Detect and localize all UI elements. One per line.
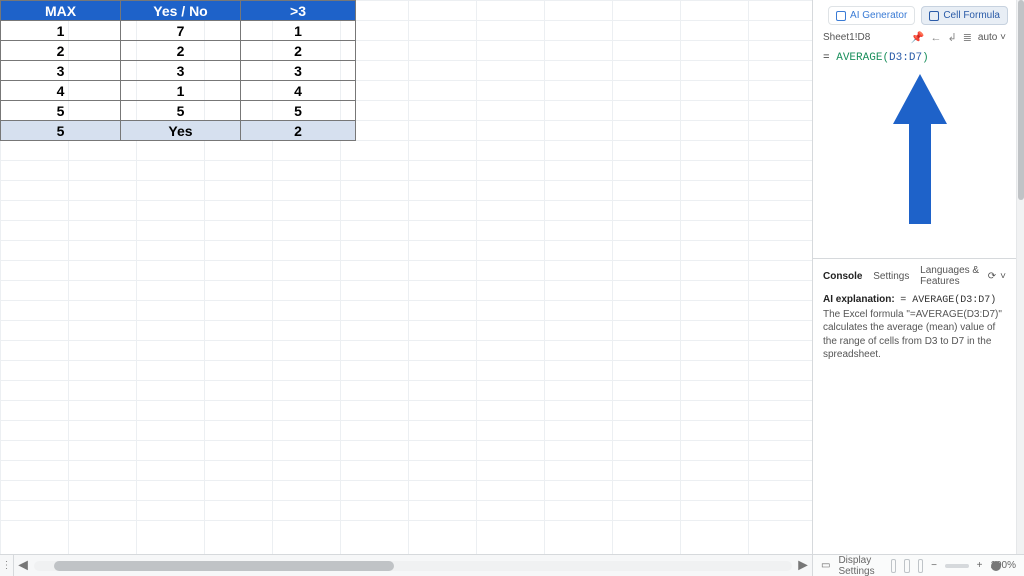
back-icon[interactable]: ← — [930, 32, 941, 44]
table-cell[interactable]: 7 — [121, 21, 241, 41]
view-pagelayout-icon[interactable] — [918, 559, 924, 573]
ai-icon — [836, 11, 846, 21]
side-panel-scrollbar[interactable] — [1016, 0, 1024, 554]
tab-settings[interactable]: Settings — [873, 271, 909, 282]
table-cell[interactable]: 3 — [121, 61, 241, 81]
table-cell[interactable]: 3 — [1, 61, 121, 81]
table-cell[interactable]: 5 — [1, 121, 121, 141]
hscroll-thumb[interactable] — [54, 561, 394, 571]
cell-reference: Sheet1!D8 — [823, 32, 905, 43]
cell-ref-row: Sheet1!D8 📌 ← ↲ ≣ auto ˅ — [813, 29, 1016, 50]
auto-dropdown[interactable]: auto ˅ — [978, 32, 1006, 43]
table-cell[interactable]: 1 — [1, 21, 121, 41]
hscroll-track[interactable] — [34, 561, 792, 571]
side-scroll-thumb[interactable] — [1018, 0, 1024, 200]
tab-console[interactable]: Console — [823, 271, 862, 282]
formula-display[interactable]: = AVERAGE(D3:D7) — [813, 50, 1016, 68]
zoom-out-icon[interactable]: − — [931, 560, 937, 571]
pin-icon[interactable]: 📌 — [911, 31, 925, 44]
col-header-max: MAX — [1, 1, 121, 21]
sheet-area: MAX Yes / No >3 1712223334145555Yes2 ⋮ ◄… — [0, 0, 812, 576]
tab-cell-formula[interactable]: Cell Formula — [921, 6, 1008, 25]
table-cell[interactable]: 3 — [241, 61, 356, 81]
scroll-left-icon[interactable]: ◄ — [14, 555, 32, 576]
table-cell[interactable]: 2 — [241, 121, 356, 141]
zoom-slider[interactable] — [945, 564, 969, 568]
console-tabs: Console Settings Languages & Features ⟳ … — [813, 259, 1016, 291]
formula-icon — [929, 11, 939, 21]
table-cell[interactable]: 2 — [121, 41, 241, 61]
scroll-right-icon[interactable]: ► — [794, 555, 812, 576]
formula-arg: D3:D7 — [889, 52, 922, 64]
ai-explanation-label: AI explanation: — [823, 294, 895, 305]
side-panel: AI Generator Cell Formula Sheet1!D8 📌 ← … — [812, 0, 1024, 576]
refresh-icon[interactable]: ⟳ — [988, 271, 996, 282]
display-settings-label[interactable]: Display Settings — [838, 555, 874, 576]
data-table: MAX Yes / No >3 1712223334145555Yes2 — [0, 0, 356, 141]
table-row[interactable]: 222 — [1, 41, 356, 61]
formula-function: AVERAGE — [836, 52, 882, 64]
app-root: MAX Yes / No >3 1712223334145555Yes2 ⋮ ◄… — [0, 0, 1024, 576]
zoom-knob[interactable] — [991, 561, 1001, 571]
ref-toolbar: 📌 ← ↲ ≣ auto ˅ — [911, 31, 1006, 44]
status-bar: ▭ Display Settings − + 100% — [813, 554, 1024, 576]
table-cell[interactable]: 4 — [1, 81, 121, 101]
view-pagebreak-icon[interactable] — [904, 559, 910, 573]
up-arrow-icon — [893, 74, 947, 224]
ai-explanation-text: The Excel formula "=AVERAGE(D3:D7)" calc… — [823, 309, 1002, 361]
col-header-gt3: >3 — [241, 1, 356, 21]
view-normal-icon[interactable] — [891, 559, 897, 573]
table-row[interactable]: 333 — [1, 61, 356, 81]
table-cell[interactable]: 5 — [121, 101, 241, 121]
table-row[interactable]: 414 — [1, 81, 356, 101]
table-cell[interactable]: Yes — [121, 121, 241, 141]
table-cell[interactable]: 2 — [241, 41, 356, 61]
side-panel-tabs: AI Generator Cell Formula — [813, 0, 1016, 29]
tab-ai-label: AI Generator — [850, 10, 907, 21]
tab-languages[interactable]: Languages & Features — [920, 265, 980, 287]
arrow-annotation-zone — [813, 68, 1016, 258]
formula-equals: = — [823, 52, 830, 64]
table-cell[interactable]: 5 — [1, 101, 121, 121]
grid-body[interactable]: MAX Yes / No >3 1712223334145555Yes2 — [0, 0, 812, 554]
display-settings-icon[interactable]: ▭ — [821, 560, 830, 571]
sheet-splitter[interactable]: ⋮ — [0, 555, 14, 576]
table-cell[interactable]: 2 — [1, 41, 121, 61]
table-row[interactable]: 555 — [1, 101, 356, 121]
zoom-in-icon[interactable]: + — [977, 560, 983, 571]
table-cell[interactable]: 1 — [121, 81, 241, 101]
table-cell[interactable]: 1 — [241, 21, 356, 41]
list-icon[interactable]: ≣ — [963, 31, 972, 44]
tab-cf-label: Cell Formula — [943, 10, 1000, 21]
table-row[interactable]: 5Yes2 — [1, 121, 356, 141]
col-header-yesno: Yes / No — [121, 1, 241, 21]
horizontal-scrollbar[interactable]: ⋮ ◄ ► — [0, 554, 812, 576]
ai-explanation: AI explanation: = AVERAGE(D3:D7) The Exc… — [813, 291, 1016, 368]
table-row[interactable]: 171 — [1, 21, 356, 41]
ai-explanation-formula: = AVERAGE(D3:D7) — [900, 295, 996, 306]
table-cell[interactable]: 5 — [241, 101, 356, 121]
chevron-down-icon[interactable]: ˅ — [1000, 271, 1006, 282]
formula-close-paren: ) — [922, 52, 929, 64]
tab-ai-generator[interactable]: AI Generator — [828, 6, 915, 25]
table-cell[interactable]: 4 — [241, 81, 356, 101]
wrap-icon[interactable]: ↲ — [947, 31, 956, 44]
